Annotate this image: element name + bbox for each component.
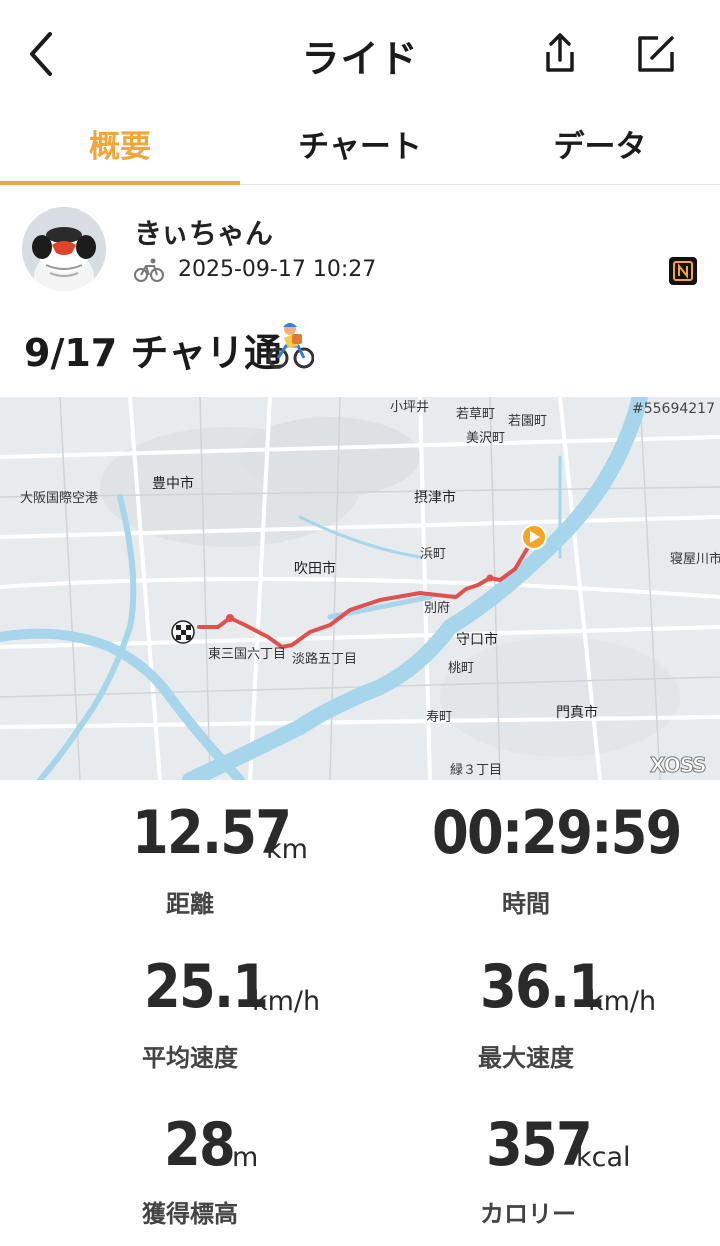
calories-label: カロリー (480, 1200, 576, 1228)
time-label: 時間 (502, 890, 550, 918)
ride-title: 9/17 チャリ通 (24, 331, 283, 375)
start-marker-icon (521, 524, 547, 550)
share-button[interactable] (536, 30, 584, 78)
ride-datetime: 2025-09-17 10:27 (178, 257, 377, 282)
map-label: 門真市 (556, 705, 598, 721)
device-badge-icon (669, 257, 697, 285)
map-label: 大阪国際空港 (20, 491, 99, 506)
route-point (226, 614, 234, 622)
calories-unit: kcal (576, 1142, 631, 1173)
map-label: 桃町 (448, 661, 475, 676)
route-point (486, 574, 494, 582)
map-label: 寿町 (426, 710, 453, 725)
avatar[interactable] (22, 207, 106, 291)
route-map[interactable]: 大阪国際空港 豊中市 吹田市 摂津市 浜町 別府 守口市 桃町 寿町 門真市 寝… (0, 397, 720, 780)
edit-icon (638, 36, 674, 72)
elevation-unit: m (232, 1142, 259, 1173)
max-speed-label: 最大速度 (478, 1044, 574, 1072)
map-label: 寝屋川市 (670, 552, 720, 567)
username: きぃちゃん (134, 217, 273, 250)
elevation-label: 獲得標高 (142, 1200, 238, 1228)
elevation-value: 28 (164, 1110, 236, 1180)
app-header: ライド (0, 0, 720, 108)
map-label: 別府 (424, 601, 451, 616)
map-label: 若園町 (508, 414, 548, 429)
map-label: 守口市 (456, 632, 498, 648)
finish-flag-icon (171, 620, 195, 644)
active-tab-indicator (0, 181, 240, 185)
page-title: ライド (301, 37, 419, 81)
tab-bar: 概要 チャート データ (0, 108, 720, 185)
map-label: 小坪井 (390, 400, 430, 415)
share-icon (546, 33, 574, 72)
map-activity-id: #55694217 (632, 401, 715, 417)
distance-unit: km (266, 834, 308, 865)
bird-avatar-icon (22, 207, 106, 291)
avg-speed-unit: km/h (252, 986, 321, 1017)
map-label: 緑３丁目 (450, 763, 503, 778)
edit-button[interactable] (632, 30, 680, 78)
bicycle-icon (134, 257, 164, 283)
map-label: 浜町 (420, 547, 447, 562)
avg-speed-label: 平均速度 (142, 1044, 238, 1072)
map-label: 美沢町 (466, 431, 506, 446)
max-speed-unit: km/h (588, 986, 657, 1017)
map-label: 摂津市 (414, 490, 456, 506)
avg-speed-value: 25.1 (144, 952, 269, 1022)
map-label: 吹田市 (294, 561, 336, 577)
time-value: 00:29:59 (432, 798, 682, 868)
map-label: 東三国六丁目 (208, 647, 287, 662)
map-label: 若草町 (456, 407, 496, 422)
max-speed-value: 36.1 (480, 952, 605, 1022)
map-label: 豊中市 (152, 476, 194, 492)
map-canvas (0, 397, 720, 780)
xoss-logo: XOSS (650, 753, 708, 778)
tab-overview[interactable]: 概要 (0, 108, 240, 184)
cyclist-emoji-icon (267, 320, 315, 370)
distance-label: 距離 (166, 890, 214, 918)
tab-chart[interactable]: チャート (240, 108, 480, 184)
tab-data[interactable]: データ (480, 108, 720, 184)
map-label: 淡路五丁目 (292, 652, 358, 667)
